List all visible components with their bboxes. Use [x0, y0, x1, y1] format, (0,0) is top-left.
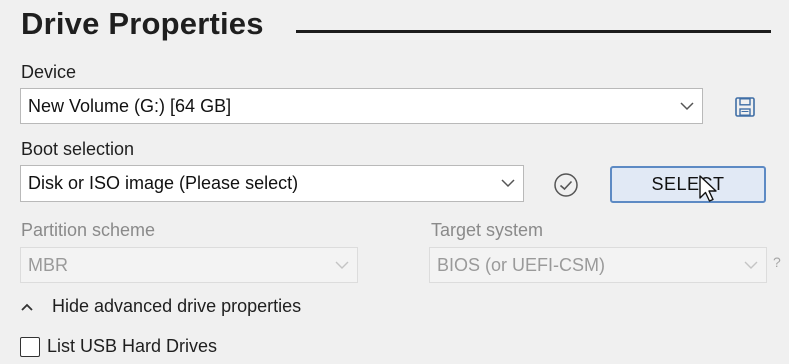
chevron-down-icon	[493, 166, 523, 201]
chevron-down-icon	[736, 248, 766, 282]
advanced-properties-toggle[interactable]: Hide advanced drive properties	[20, 296, 301, 317]
partition-scheme-dropdown[interactable]: MBR	[20, 247, 358, 283]
device-value: New Volume (G:) [64 GB]	[28, 95, 232, 116]
target-system-dropdown[interactable]: BIOS (or UEFI-CSM)	[429, 247, 767, 283]
list-usb-option[interactable]: List USB Hard Drives	[20, 336, 217, 357]
device-dropdown[interactable]: New Volume (G:) [64 GB]	[20, 88, 703, 124]
mouse-cursor-icon	[698, 174, 720, 204]
partition-scheme-label: Partition scheme	[21, 220, 156, 240]
list-usb-label: List USB Hard Drives	[47, 336, 218, 356]
boot-selection-label: Boot selection	[21, 139, 135, 159]
target-system-label: Target system	[431, 220, 544, 240]
section-divider	[296, 30, 771, 33]
advanced-toggle-label: Hide advanced drive properties	[52, 296, 302, 316]
device-label: Device	[21, 62, 77, 82]
chevron-down-icon	[672, 89, 702, 123]
chevron-up-icon	[20, 302, 42, 312]
list-usb-checkbox[interactable]	[20, 336, 40, 357]
boot-selection-value: Disk or ISO image (Please select)	[28, 173, 299, 193]
partition-scheme-value: MBR	[28, 254, 68, 275]
save-icon[interactable]	[731, 93, 759, 121]
target-system-value: BIOS (or UEFI-CSM)	[437, 254, 606, 275]
section-title: Drive Properties	[21, 6, 264, 41]
boot-selection-dropdown[interactable]: Disk or ISO image (Please select)	[20, 165, 524, 202]
select-button[interactable]: SELECT	[610, 166, 766, 203]
check-circle-icon[interactable]	[551, 170, 581, 200]
chevron-down-icon	[327, 248, 357, 282]
help-icon[interactable]: ?	[773, 254, 781, 270]
